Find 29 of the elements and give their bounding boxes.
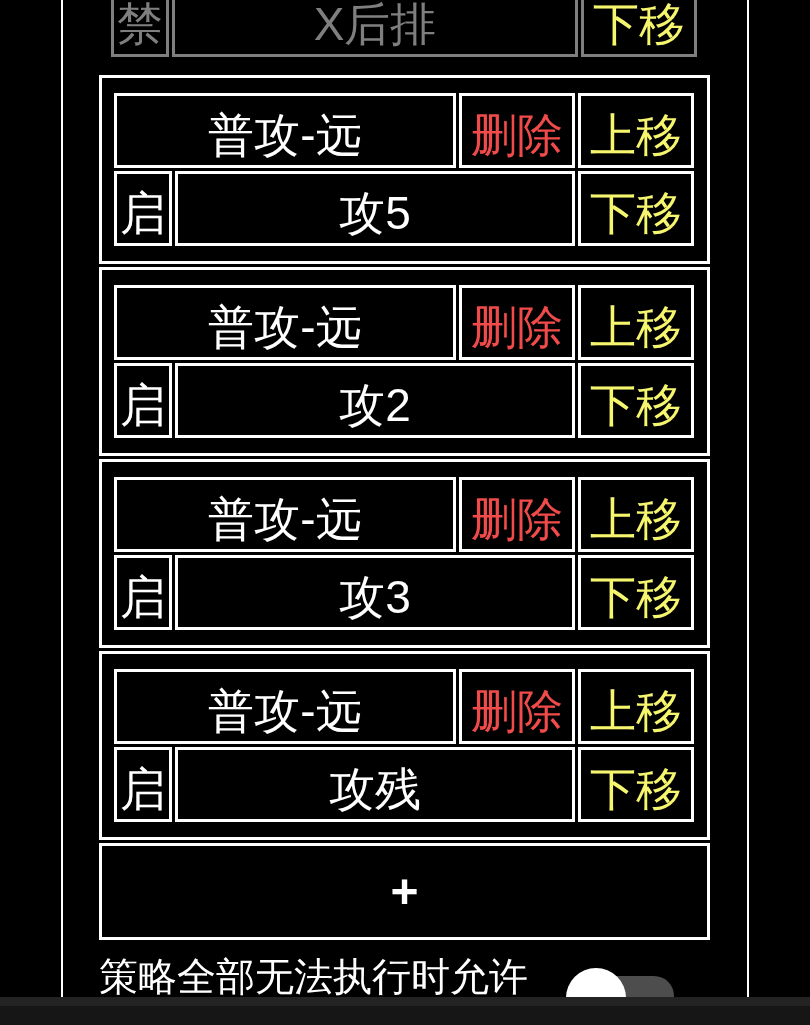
delete-button[interactable]: 删除 <box>459 477 575 552</box>
enable-toggle-button[interactable]: 启 <box>114 555 172 630</box>
enable-toggle-button[interactable]: 启 <box>114 747 172 822</box>
skill-select-button[interactable]: 普攻-远 <box>114 477 456 552</box>
enable-toggle-button[interactable]: 禁 <box>111 0 169 57</box>
move-down-button[interactable]: 下移 <box>578 171 694 246</box>
move-down-button[interactable]: 下移 <box>578 747 694 822</box>
enable-toggle-button[interactable]: 启 <box>114 363 172 438</box>
move-up-button[interactable]: 上移 <box>578 285 694 360</box>
enable-toggle-button[interactable]: 启 <box>114 171 172 246</box>
move-up-button[interactable]: 上移 <box>578 477 694 552</box>
skill-select-button[interactable]: 普攻-远 <box>114 285 456 360</box>
move-down-button[interactable]: 下移 <box>578 363 694 438</box>
add-button[interactable]: + <box>99 843 710 940</box>
delete-button[interactable]: 删除 <box>459 285 575 360</box>
delete-button[interactable]: 删除 <box>459 93 575 168</box>
target-select-button[interactable]: 攻5 <box>175 171 575 246</box>
skill-select-button[interactable]: 普攻-远 <box>114 93 456 168</box>
setting-label: 策略全部无法执行时允许 <box>99 958 528 996</box>
move-up-button[interactable]: 上移 <box>578 93 694 168</box>
delete-button[interactable]: 删除 <box>459 669 575 744</box>
target-select-button[interactable]: X后排 <box>172 0 578 57</box>
skill-select-button[interactable]: 普攻-远 <box>114 669 456 744</box>
target-select-button[interactable]: 攻残 <box>175 747 575 822</box>
move-down-button[interactable]: 下移 <box>578 555 694 630</box>
target-select-button[interactable]: 攻3 <box>175 555 575 630</box>
move-down-button[interactable]: 下移 <box>581 0 697 57</box>
target-select-button[interactable]: 攻2 <box>175 363 575 438</box>
move-up-button[interactable]: 上移 <box>578 669 694 744</box>
